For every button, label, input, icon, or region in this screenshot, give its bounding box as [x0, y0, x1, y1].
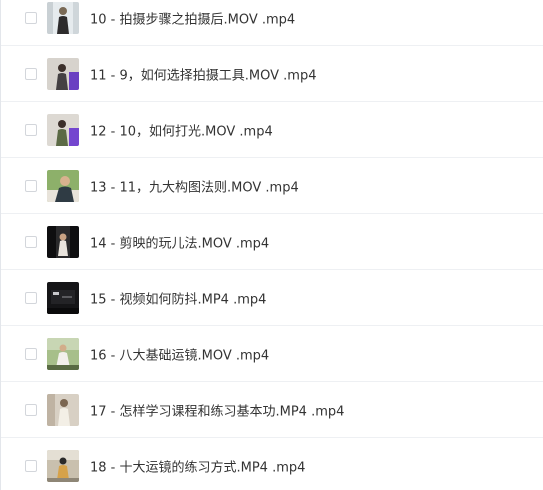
- file-name[interactable]: 16 - 八大基础运镜.MOV .mp4: [90, 344, 269, 363]
- file-row[interactable]: 10 - 拍摄步骤之拍摄后.MOV .mp4: [1, 0, 543, 46]
- video-thumbnail-icon[interactable]: [47, 113, 79, 146]
- video-thumbnail-icon[interactable]: [47, 169, 79, 202]
- file-checkbox[interactable]: [25, 11, 37, 24]
- file-checkbox[interactable]: [25, 123, 37, 136]
- file-name[interactable]: 15 - 视频如何防抖.MP4 .mp4: [90, 288, 266, 307]
- file-name[interactable]: 10 - 拍摄步骤之拍摄后.MOV .mp4: [90, 8, 295, 27]
- file-checkbox[interactable]: [25, 235, 37, 248]
- file-row[interactable]: 17 - 怎样学习课程和练习基本功.MP4 .mp4: [1, 382, 543, 438]
- video-thumbnail-icon[interactable]: [47, 449, 79, 482]
- video-thumbnail-icon[interactable]: [47, 281, 79, 314]
- file-row[interactable]: 18 - 十大运镜的练习方式.MP4 .mp4: [1, 438, 543, 490]
- file-checkbox[interactable]: [25, 459, 37, 472]
- file-row[interactable]: 16 - 八大基础运镜.MOV .mp4: [1, 326, 543, 382]
- file-name[interactable]: 18 - 十大运镜的练习方式.MP4 .mp4: [90, 456, 305, 475]
- file-checkbox[interactable]: [25, 403, 37, 416]
- video-thumbnail-icon[interactable]: [47, 225, 79, 258]
- file-checkbox[interactable]: [25, 179, 37, 192]
- video-thumbnail-icon[interactable]: [47, 57, 79, 90]
- file-name[interactable]: 11 - 9，如何选择拍摄工具.MOV .mp4: [90, 64, 316, 83]
- file-checkbox[interactable]: [25, 291, 37, 304]
- file-name[interactable]: 14 - 剪映的玩儿法.MOV .mp4: [90, 232, 269, 251]
- file-checkbox[interactable]: [25, 67, 37, 80]
- file-name[interactable]: 13 - 11，九大构图法则.MOV .mp4: [90, 176, 299, 195]
- file-row[interactable]: 14 - 剪映的玩儿法.MOV .mp4: [1, 214, 543, 270]
- file-row[interactable]: 13 - 11，九大构图法则.MOV .mp4: [1, 158, 543, 214]
- video-thumbnail-icon[interactable]: [47, 1, 79, 34]
- file-name[interactable]: 12 - 10，如何打光.MOV .mp4: [90, 120, 273, 139]
- file-row[interactable]: 15 - 视频如何防抖.MP4 .mp4: [1, 270, 543, 326]
- file-row[interactable]: 11 - 9，如何选择拍摄工具.MOV .mp4: [1, 46, 543, 102]
- file-checkbox[interactable]: [25, 347, 37, 360]
- file-list: 10 - 拍摄步骤之拍摄后.MOV .mp4 11 - 9，如何选择拍摄工具.M…: [0, 0, 543, 490]
- video-thumbnail-icon[interactable]: [47, 337, 79, 370]
- file-name[interactable]: 17 - 怎样学习课程和练习基本功.MP4 .mp4: [90, 400, 344, 419]
- video-thumbnail-icon[interactable]: [47, 393, 79, 426]
- file-row[interactable]: 12 - 10，如何打光.MOV .mp4: [1, 102, 543, 158]
